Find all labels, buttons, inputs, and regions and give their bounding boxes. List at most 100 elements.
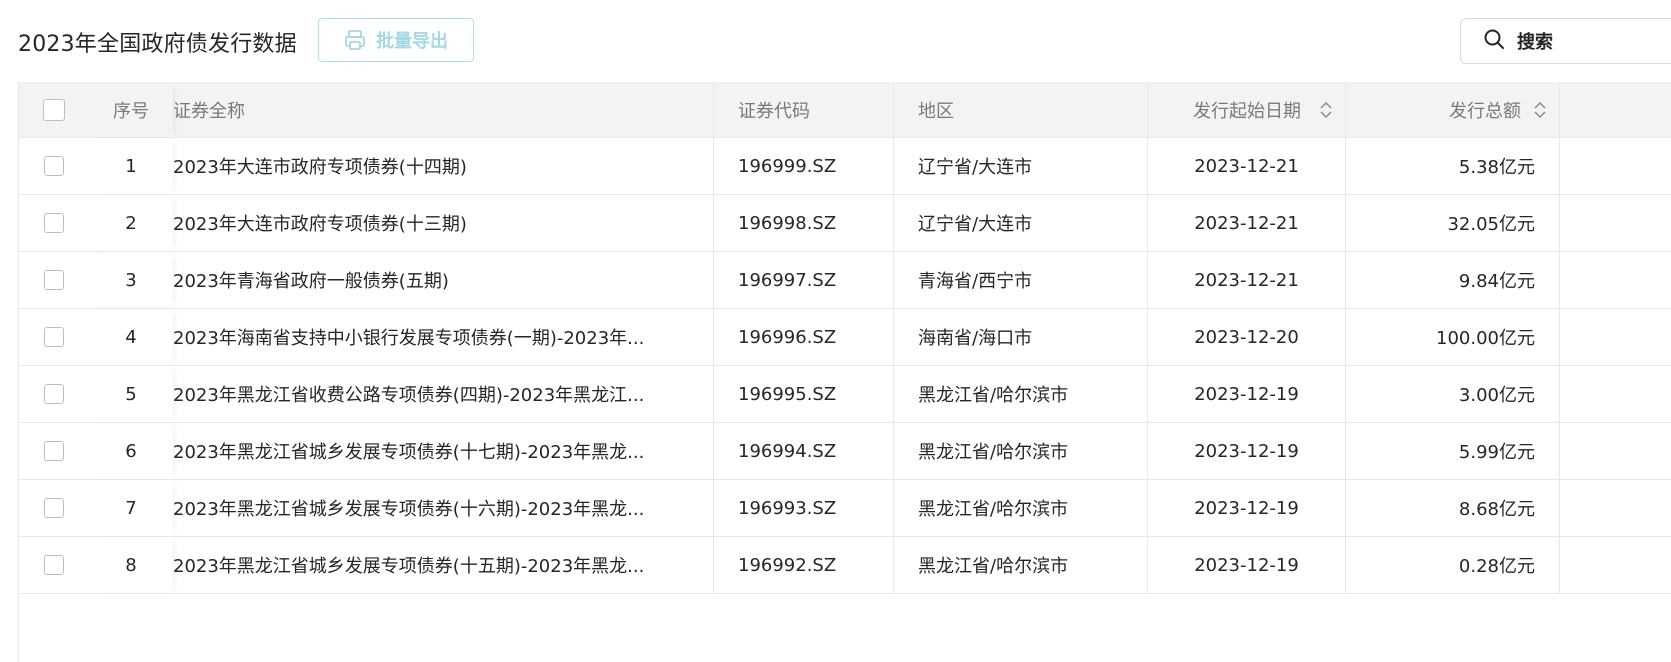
row-region: 黑龙江省/哈尔滨市 bbox=[893, 423, 1147, 479]
row-amount-text: 9.84亿元 bbox=[1458, 271, 1535, 292]
row-amount: 5.99亿元 bbox=[1345, 423, 1559, 479]
select-all-checkbox[interactable] bbox=[43, 98, 65, 121]
row-checkbox[interactable] bbox=[44, 327, 64, 347]
row-amount-text: 32.05亿元 bbox=[1447, 214, 1535, 235]
column-header-code: 证券代码 bbox=[713, 82, 893, 137]
table-row[interactable]: 6 2023年黑龙江省城乡发展专项债券(十七期)-2023年黑龙... 196994… bbox=[19, 423, 1671, 480]
row-code: 196999.SZ bbox=[713, 138, 893, 194]
row-amount: 9.84亿元 bbox=[1345, 252, 1559, 308]
row-select-cell bbox=[19, 423, 89, 479]
row-checkbox[interactable] bbox=[44, 498, 64, 518]
row-index-text: 2 bbox=[125, 212, 137, 234]
row-start-date-text: 2023-12-21 bbox=[1194, 269, 1299, 291]
row-index: 6 bbox=[89, 423, 173, 479]
row-code-text: 196997.SZ bbox=[738, 269, 837, 291]
sort-icon[interactable] bbox=[1533, 100, 1547, 125]
column-header-region: 地区 bbox=[893, 82, 1147, 137]
row-amount: 5.38亿元 bbox=[1345, 138, 1559, 194]
row-amount-text: 8.68亿元 bbox=[1458, 499, 1535, 520]
search-icon bbox=[1483, 28, 1505, 55]
row-extra bbox=[1559, 252, 1671, 308]
row-select-cell bbox=[19, 480, 89, 536]
row-select-cell bbox=[19, 195, 89, 251]
row-amount: 3.00亿元 bbox=[1345, 366, 1559, 422]
row-extra bbox=[1559, 423, 1671, 479]
row-index: 2 bbox=[89, 195, 173, 251]
row-code-text: 196992.SZ bbox=[738, 554, 837, 576]
row-index-text: 7 bbox=[125, 497, 137, 519]
batch-export-button[interactable]: 批量导出 bbox=[318, 18, 474, 62]
column-header-start-date[interactable]: 发行起始日期 bbox=[1147, 82, 1345, 137]
table-row[interactable]: 3 2023年青海省政府一般债券(五期) 196997.SZ 青海省/西宁市 2023-… bbox=[19, 252, 1671, 309]
row-index-text: 4 bbox=[125, 326, 137, 348]
row-code: 196992.SZ bbox=[713, 537, 893, 593]
row-start-date: 2023-12-19 bbox=[1147, 537, 1345, 593]
row-code: 196995.SZ bbox=[713, 366, 893, 422]
sort-icon[interactable] bbox=[1319, 100, 1333, 125]
row-index-text: 6 bbox=[125, 440, 137, 462]
row-code: 196998.SZ bbox=[713, 195, 893, 251]
row-checkbox[interactable] bbox=[44, 270, 64, 290]
table-row[interactable]: 1 2023年大连市政府专项债券(十四期) 196999.SZ 辽宁省/大连市 2023… bbox=[19, 138, 1671, 195]
table-body: 1 2023年大连市政府专项债券(十四期) 196999.SZ 辽宁省/大连市 2023… bbox=[19, 138, 1671, 594]
row-region: 黑龙江省/哈尔滨市 bbox=[893, 366, 1147, 422]
row-code: 196993.SZ bbox=[713, 480, 893, 536]
row-checkbox[interactable] bbox=[44, 213, 64, 233]
row-region-text: 黑龙江省/哈尔滨市 bbox=[918, 556, 1069, 577]
row-extra bbox=[1559, 480, 1671, 536]
row-region: 青海省/西宁市 bbox=[893, 252, 1147, 308]
row-index: 3 bbox=[89, 252, 173, 308]
row-amount: 100.00亿元 bbox=[1345, 309, 1559, 365]
row-start-date-text: 2023-12-19 bbox=[1194, 383, 1299, 405]
row-code: 196996.SZ bbox=[713, 309, 893, 365]
table-row[interactable]: 4 2023年海南省支持中小银行发展专项债券(一期)-2023年... 196996… bbox=[19, 309, 1671, 366]
row-amount-text: 5.99亿元 bbox=[1458, 442, 1535, 463]
row-index-text: 3 bbox=[125, 269, 137, 291]
row-checkbox[interactable] bbox=[44, 384, 64, 404]
row-amount: 0.28亿元 bbox=[1345, 537, 1559, 593]
row-extra bbox=[1559, 138, 1671, 194]
table-row[interactable]: 7 2023年黑龙江省城乡发展专项债券(十六期)-2023年黑龙... 196993… bbox=[19, 480, 1671, 537]
row-region-text: 黑龙江省/哈尔滨市 bbox=[918, 385, 1069, 406]
row-checkbox[interactable] bbox=[44, 156, 64, 176]
table-row[interactable]: 8 2023年黑龙江省城乡发展专项债券(十五期)-2023年黑龙... 196992… bbox=[19, 537, 1671, 594]
column-header-name: 证券全称 bbox=[173, 100, 245, 122]
printer-icon bbox=[344, 29, 366, 51]
row-index: 5 bbox=[89, 366, 173, 422]
toolbar: 2023年全国政府债发行数据 批量导出 搜索 bbox=[0, 0, 1671, 82]
row-index: 8 bbox=[89, 537, 173, 593]
column-header-extra bbox=[1559, 82, 1671, 137]
row-index-text: 8 bbox=[125, 554, 137, 576]
row-name: 2023年大连市政府专项债券(十四期) bbox=[173, 138, 713, 194]
row-code-text: 196998.SZ bbox=[738, 212, 837, 234]
column-header-amount[interactable]: 发行总额 bbox=[1345, 82, 1559, 137]
row-amount: 32.05亿元 bbox=[1345, 195, 1559, 251]
row-region: 黑龙江省/哈尔滨市 bbox=[893, 480, 1147, 536]
row-checkbox[interactable] bbox=[44, 441, 64, 461]
row-index: 7 bbox=[89, 480, 173, 536]
column-header-amount-label: 发行总额 bbox=[1449, 100, 1521, 122]
row-index-text: 5 bbox=[125, 383, 137, 405]
row-amount-text: 100.00亿元 bbox=[1436, 328, 1535, 349]
row-start-date-text: 2023-12-19 bbox=[1194, 440, 1299, 462]
row-region-text: 黑龙江省/哈尔滨市 bbox=[918, 499, 1069, 520]
table-row[interactable]: 2 2023年大连市政府专项债券(十三期) 196998.SZ 辽宁省/大连市 2023… bbox=[19, 195, 1671, 252]
row-name-text: 2023年大连市政府专项债券(十三期) bbox=[173, 214, 467, 235]
column-header-start-date-label: 发行起始日期 bbox=[1193, 100, 1301, 122]
row-checkbox[interactable] bbox=[44, 555, 64, 575]
row-start-date: 2023-12-20 bbox=[1147, 309, 1345, 365]
search-button[interactable]: 搜索 bbox=[1460, 18, 1671, 64]
row-extra bbox=[1559, 366, 1671, 422]
row-code: 196997.SZ bbox=[713, 252, 893, 308]
row-extra bbox=[1559, 309, 1671, 365]
row-index: 1 bbox=[89, 138, 173, 194]
row-start-date-text: 2023-12-21 bbox=[1194, 212, 1299, 234]
table-row[interactable]: 5 2023年黑龙江省收费公路专项债券(四期)-2023年黑龙江... 196995… bbox=[19, 366, 1671, 423]
row-name-text: 2023年青海省政府一般债券(五期) bbox=[173, 271, 449, 292]
page-title: 2023年全国政府债发行数据 bbox=[18, 32, 297, 57]
batch-export-label: 批量导出 bbox=[376, 31, 448, 52]
select-all-cell bbox=[19, 82, 89, 137]
row-code-text: 196996.SZ bbox=[738, 326, 837, 348]
row-start-date: 2023-12-21 bbox=[1147, 195, 1345, 251]
row-start-date: 2023-12-19 bbox=[1147, 480, 1345, 536]
